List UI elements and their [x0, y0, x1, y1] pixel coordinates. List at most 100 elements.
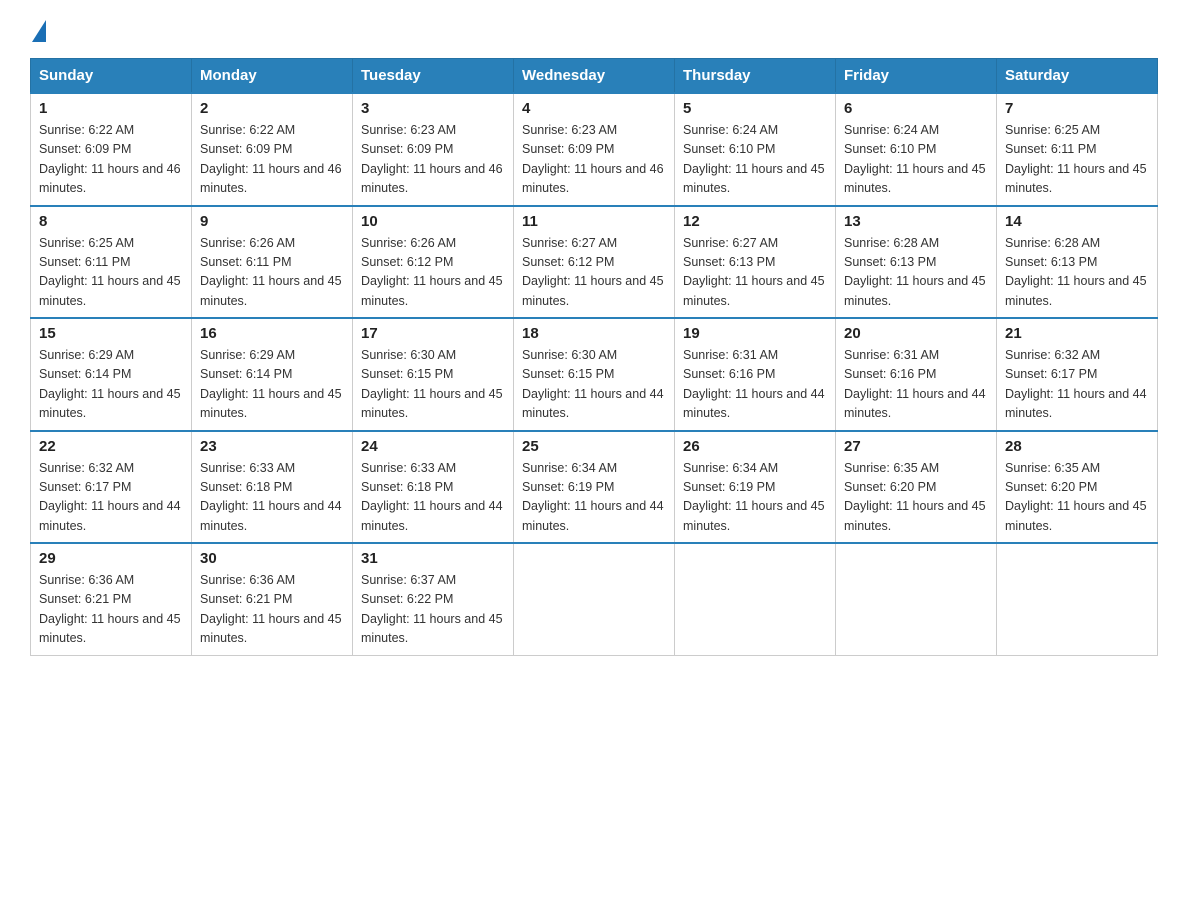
calendar-cell: 31 Sunrise: 6:37 AMSunset: 6:22 PMDaylig…: [353, 543, 514, 655]
day-info: Sunrise: 6:33 AMSunset: 6:18 PMDaylight:…: [361, 461, 503, 533]
day-info: Sunrise: 6:36 AMSunset: 6:21 PMDaylight:…: [200, 573, 342, 645]
day-info: Sunrise: 6:33 AMSunset: 6:18 PMDaylight:…: [200, 461, 342, 533]
day-number: 2: [200, 100, 344, 117]
day-number: 31: [361, 550, 505, 567]
day-number: 18: [522, 325, 666, 342]
day-info: Sunrise: 6:29 AMSunset: 6:14 PMDaylight:…: [39, 348, 181, 420]
calendar-cell: 6 Sunrise: 6:24 AMSunset: 6:10 PMDayligh…: [836, 93, 997, 206]
calendar-week-row: 22 Sunrise: 6:32 AMSunset: 6:17 PMDaylig…: [31, 431, 1158, 544]
day-info: Sunrise: 6:34 AMSunset: 6:19 PMDaylight:…: [683, 461, 825, 533]
calendar-cell: 26 Sunrise: 6:34 AMSunset: 6:19 PMDaylig…: [675, 431, 836, 544]
calendar-cell: 14 Sunrise: 6:28 AMSunset: 6:13 PMDaylig…: [997, 206, 1158, 319]
day-info: Sunrise: 6:26 AMSunset: 6:12 PMDaylight:…: [361, 236, 503, 308]
day-info: Sunrise: 6:24 AMSunset: 6:10 PMDaylight:…: [844, 123, 986, 195]
day-number: 16: [200, 325, 344, 342]
day-number: 11: [522, 213, 666, 230]
calendar-cell: 22 Sunrise: 6:32 AMSunset: 6:17 PMDaylig…: [31, 431, 192, 544]
calendar-cell: 19 Sunrise: 6:31 AMSunset: 6:16 PMDaylig…: [675, 318, 836, 431]
calendar-cell: 17 Sunrise: 6:30 AMSunset: 6:15 PMDaylig…: [353, 318, 514, 431]
day-number: 30: [200, 550, 344, 567]
day-number: 14: [1005, 213, 1149, 230]
calendar-cell: [997, 543, 1158, 655]
calendar-header-sunday: Sunday: [31, 59, 192, 94]
calendar-cell: 27 Sunrise: 6:35 AMSunset: 6:20 PMDaylig…: [836, 431, 997, 544]
calendar-cell: 12 Sunrise: 6:27 AMSunset: 6:13 PMDaylig…: [675, 206, 836, 319]
calendar-header-tuesday: Tuesday: [353, 59, 514, 94]
logo: [30, 20, 46, 40]
calendar-cell: 24 Sunrise: 6:33 AMSunset: 6:18 PMDaylig…: [353, 431, 514, 544]
calendar-cell: 4 Sunrise: 6:23 AMSunset: 6:09 PMDayligh…: [514, 93, 675, 206]
day-info: Sunrise: 6:35 AMSunset: 6:20 PMDaylight:…: [1005, 461, 1147, 533]
calendar-cell: 9 Sunrise: 6:26 AMSunset: 6:11 PMDayligh…: [192, 206, 353, 319]
day-info: Sunrise: 6:28 AMSunset: 6:13 PMDaylight:…: [844, 236, 986, 308]
calendar-header-friday: Friday: [836, 59, 997, 94]
day-number: 17: [361, 325, 505, 342]
logo-triangle-icon: [32, 20, 46, 42]
day-number: 12: [683, 213, 827, 230]
day-number: 24: [361, 438, 505, 455]
calendar-week-row: 29 Sunrise: 6:36 AMSunset: 6:21 PMDaylig…: [31, 543, 1158, 655]
calendar-cell: 30 Sunrise: 6:36 AMSunset: 6:21 PMDaylig…: [192, 543, 353, 655]
calendar-cell: 13 Sunrise: 6:28 AMSunset: 6:13 PMDaylig…: [836, 206, 997, 319]
day-info: Sunrise: 6:25 AMSunset: 6:11 PMDaylight:…: [39, 236, 181, 308]
calendar-table: SundayMondayTuesdayWednesdayThursdayFrid…: [30, 58, 1158, 656]
day-info: Sunrise: 6:29 AMSunset: 6:14 PMDaylight:…: [200, 348, 342, 420]
calendar-cell: 2 Sunrise: 6:22 AMSunset: 6:09 PMDayligh…: [192, 93, 353, 206]
day-info: Sunrise: 6:26 AMSunset: 6:11 PMDaylight:…: [200, 236, 342, 308]
calendar-cell: [836, 543, 997, 655]
calendar-cell: 16 Sunrise: 6:29 AMSunset: 6:14 PMDaylig…: [192, 318, 353, 431]
day-info: Sunrise: 6:31 AMSunset: 6:16 PMDaylight:…: [683, 348, 825, 420]
calendar-cell: 29 Sunrise: 6:36 AMSunset: 6:21 PMDaylig…: [31, 543, 192, 655]
calendar-header-thursday: Thursday: [675, 59, 836, 94]
day-info: Sunrise: 6:36 AMSunset: 6:21 PMDaylight:…: [39, 573, 181, 645]
day-info: Sunrise: 6:22 AMSunset: 6:09 PMDaylight:…: [39, 123, 181, 195]
day-info: Sunrise: 6:27 AMSunset: 6:13 PMDaylight:…: [683, 236, 825, 308]
day-info: Sunrise: 6:27 AMSunset: 6:12 PMDaylight:…: [522, 236, 664, 308]
day-info: Sunrise: 6:31 AMSunset: 6:16 PMDaylight:…: [844, 348, 986, 420]
day-number: 28: [1005, 438, 1149, 455]
day-number: 5: [683, 100, 827, 117]
calendar-cell: 21 Sunrise: 6:32 AMSunset: 6:17 PMDaylig…: [997, 318, 1158, 431]
day-number: 8: [39, 213, 183, 230]
calendar-cell: [675, 543, 836, 655]
day-number: 13: [844, 213, 988, 230]
calendar-week-row: 8 Sunrise: 6:25 AMSunset: 6:11 PMDayligh…: [31, 206, 1158, 319]
day-info: Sunrise: 6:37 AMSunset: 6:22 PMDaylight:…: [361, 573, 503, 645]
day-number: 15: [39, 325, 183, 342]
calendar-header-saturday: Saturday: [997, 59, 1158, 94]
day-info: Sunrise: 6:34 AMSunset: 6:19 PMDaylight:…: [522, 461, 664, 533]
calendar-cell: 15 Sunrise: 6:29 AMSunset: 6:14 PMDaylig…: [31, 318, 192, 431]
day-number: 27: [844, 438, 988, 455]
day-number: 7: [1005, 100, 1149, 117]
page-header: [30, 20, 1158, 40]
calendar-cell: 3 Sunrise: 6:23 AMSunset: 6:09 PMDayligh…: [353, 93, 514, 206]
calendar-cell: 20 Sunrise: 6:31 AMSunset: 6:16 PMDaylig…: [836, 318, 997, 431]
calendar-cell: 18 Sunrise: 6:30 AMSunset: 6:15 PMDaylig…: [514, 318, 675, 431]
calendar-cell: 5 Sunrise: 6:24 AMSunset: 6:10 PMDayligh…: [675, 93, 836, 206]
day-number: 10: [361, 213, 505, 230]
day-info: Sunrise: 6:30 AMSunset: 6:15 PMDaylight:…: [522, 348, 664, 420]
day-number: 6: [844, 100, 988, 117]
calendar-cell: 25 Sunrise: 6:34 AMSunset: 6:19 PMDaylig…: [514, 431, 675, 544]
day-number: 23: [200, 438, 344, 455]
calendar-cell: 8 Sunrise: 6:25 AMSunset: 6:11 PMDayligh…: [31, 206, 192, 319]
day-number: 26: [683, 438, 827, 455]
day-info: Sunrise: 6:35 AMSunset: 6:20 PMDaylight:…: [844, 461, 986, 533]
day-info: Sunrise: 6:23 AMSunset: 6:09 PMDaylight:…: [361, 123, 503, 195]
day-number: 21: [1005, 325, 1149, 342]
day-number: 1: [39, 100, 183, 117]
calendar-cell: [514, 543, 675, 655]
calendar-week-row: 1 Sunrise: 6:22 AMSunset: 6:09 PMDayligh…: [31, 93, 1158, 206]
day-info: Sunrise: 6:25 AMSunset: 6:11 PMDaylight:…: [1005, 123, 1147, 195]
day-number: 20: [844, 325, 988, 342]
day-info: Sunrise: 6:32 AMSunset: 6:17 PMDaylight:…: [1005, 348, 1147, 420]
calendar-header-monday: Monday: [192, 59, 353, 94]
calendar-cell: 10 Sunrise: 6:26 AMSunset: 6:12 PMDaylig…: [353, 206, 514, 319]
day-number: 4: [522, 100, 666, 117]
calendar-header-row: SundayMondayTuesdayWednesdayThursdayFrid…: [31, 59, 1158, 94]
day-info: Sunrise: 6:28 AMSunset: 6:13 PMDaylight:…: [1005, 236, 1147, 308]
calendar-week-row: 15 Sunrise: 6:29 AMSunset: 6:14 PMDaylig…: [31, 318, 1158, 431]
day-info: Sunrise: 6:22 AMSunset: 6:09 PMDaylight:…: [200, 123, 342, 195]
day-info: Sunrise: 6:24 AMSunset: 6:10 PMDaylight:…: [683, 123, 825, 195]
day-info: Sunrise: 6:32 AMSunset: 6:17 PMDaylight:…: [39, 461, 181, 533]
